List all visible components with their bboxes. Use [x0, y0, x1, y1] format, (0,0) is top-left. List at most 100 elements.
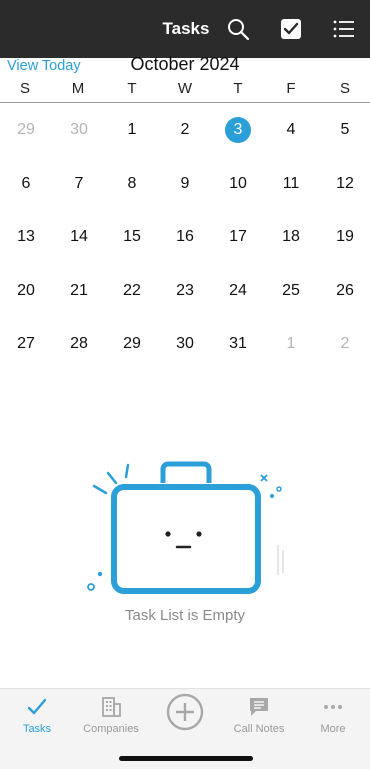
- calendar-day[interactable]: 15: [112, 222, 152, 252]
- weekday-label: T: [127, 80, 137, 97]
- calendar-day-number: 18: [282, 228, 300, 245]
- calendar-day[interactable]: 29: [6, 115, 46, 145]
- calendar-day[interactable]: 26: [325, 276, 365, 306]
- add-circle-icon[interactable]: [166, 693, 204, 731]
- calendar-day-number: 24: [229, 282, 247, 299]
- calendar-day-number: 29: [123, 335, 141, 352]
- calendar-day-number: 28: [70, 335, 88, 352]
- weekday-label: W: [177, 80, 193, 97]
- calendar-day[interactable]: 2: [165, 115, 205, 145]
- calendar-day[interactable]: 29: [112, 329, 152, 359]
- calendar-day[interactable]: 7: [59, 169, 99, 199]
- calendar-day-number: 25: [282, 282, 300, 299]
- calendar-day-number: 14: [70, 228, 88, 245]
- calendar-day[interactable]: 23: [165, 276, 205, 306]
- calendar-day[interactable]: 31: [218, 329, 258, 359]
- calendar-day-number: 8: [127, 175, 137, 192]
- calendar-day-number: 20: [17, 282, 35, 299]
- calendar-day[interactable]: 16: [165, 222, 205, 252]
- calendar-day[interactable]: 6: [6, 169, 46, 199]
- tab-label: Tasks: [22, 723, 52, 735]
- calendar-day-number: 11: [282, 175, 300, 192]
- calendar-day[interactable]: 12: [325, 169, 365, 199]
- calendar-header: October 2024 View Today S M T W T F S: [0, 54, 370, 103]
- tab-tasks[interactable]: Tasks: [0, 695, 74, 745]
- calendar-day-number: 5: [340, 121, 350, 138]
- calendar-day[interactable]: 28: [59, 329, 99, 359]
- calendar-day-number: 13: [17, 228, 35, 245]
- tab-more[interactable]: More: [296, 695, 370, 745]
- calendar-day[interactable]: 14: [59, 222, 99, 252]
- calendar-day[interactable]: 22: [112, 276, 152, 306]
- list-icon[interactable]: [332, 17, 356, 41]
- calendar-day-number: 26: [336, 282, 354, 299]
- calendar-day-number: 12: [336, 175, 354, 192]
- calendar-day-number: 27: [17, 335, 35, 352]
- calendar-day-number: 2: [340, 335, 350, 352]
- weekday-label: F: [286, 80, 296, 97]
- calendar-day[interactable]: 13: [6, 222, 46, 252]
- calendar-day-number: 19: [336, 228, 354, 245]
- calendar-day-number: 4: [286, 121, 296, 138]
- calendar-day[interactable]: 25: [271, 276, 311, 306]
- search-icon[interactable]: [226, 17, 250, 41]
- briefcase-icon: [87, 461, 284, 594]
- calendar-day[interactable]: 30: [165, 329, 205, 359]
- weekday-label: M: [71, 80, 85, 97]
- calendar-day-number: 29: [17, 121, 35, 138]
- checkbox-icon[interactable]: [279, 17, 303, 41]
- tab-label: More: [320, 723, 346, 735]
- more-dots-icon: [324, 705, 342, 709]
- building-icon: [102, 697, 121, 717]
- weekday-label: T: [233, 80, 243, 97]
- calendar-day-number: 2: [180, 121, 190, 138]
- calendar-day[interactable]: 30: [59, 115, 99, 145]
- calendar-day-number: 21: [70, 282, 88, 299]
- calendar-day-number: 1: [127, 121, 137, 138]
- page-title: Tasks: [162, 19, 210, 38]
- calendar-day[interactable]: 11: [271, 169, 311, 199]
- check-icon: [27, 698, 47, 715]
- tab-call-notes[interactable]: Call Notes: [222, 695, 296, 745]
- calendar-day[interactable]: 18: [271, 222, 311, 252]
- calendar-day-number: 1: [286, 335, 296, 352]
- calendar-day[interactable]: 17: [218, 222, 258, 252]
- chat-bubble-icon: [250, 698, 268, 716]
- calendar-day-number: 31: [229, 335, 247, 352]
- calendar-day[interactable]: 1: [112, 115, 152, 145]
- calendar-day[interactable]: 8: [112, 169, 152, 199]
- top-bar: Tasks: [0, 0, 370, 58]
- calendar-day-number: 3: [225, 117, 251, 143]
- weekday-label: S: [339, 80, 350, 97]
- tab-label: Call Notes: [233, 723, 285, 735]
- calendar-day[interactable]: 4: [271, 115, 311, 145]
- calendar-day-number: 30: [176, 335, 194, 352]
- calendar-day[interactable]: 21: [59, 276, 99, 306]
- calendar-grid: 29 30 1 2 3 4 5 6 7 8 9 10 11 12 13 14 15 16 17 18 19 20 21 22 2…: [0, 102, 370, 372]
- calendar-day[interactable]: 3: [218, 115, 258, 145]
- empty-state-message: Task List is Empty: [124, 607, 246, 624]
- weekday-row: S M T W T F S: [0, 80, 370, 100]
- calendar-day[interactable]: 20: [6, 276, 46, 306]
- view-today-link[interactable]: View Today: [7, 58, 81, 74]
- home-indicator: [119, 756, 253, 761]
- calendar-day-number: 17: [229, 228, 247, 245]
- calendar-day[interactable]: 1: [271, 329, 311, 359]
- calendar-day-number: 6: [21, 175, 31, 192]
- calendar-day-number: 10: [229, 175, 247, 192]
- weekday-label: S: [19, 80, 30, 97]
- calendar-day-number: 15: [123, 228, 141, 245]
- calendar-day[interactable]: 2: [325, 329, 365, 359]
- calendar-day-number: 16: [176, 228, 194, 245]
- calendar-day[interactable]: 9: [165, 169, 205, 199]
- calendar-day[interactable]: 5: [325, 115, 365, 145]
- calendar-day[interactable]: 27: [6, 329, 46, 359]
- tab-companies[interactable]: Companies: [74, 695, 148, 745]
- tab-label: Companies: [83, 723, 139, 735]
- calendar-day[interactable]: 10: [218, 169, 258, 199]
- calendar-day-number: 23: [176, 282, 194, 299]
- calendar-day[interactable]: 19: [325, 222, 365, 252]
- calendar-day-number: 9: [180, 175, 190, 192]
- calendar-day[interactable]: 24: [218, 276, 258, 306]
- calendar-day-number: 7: [74, 175, 84, 192]
